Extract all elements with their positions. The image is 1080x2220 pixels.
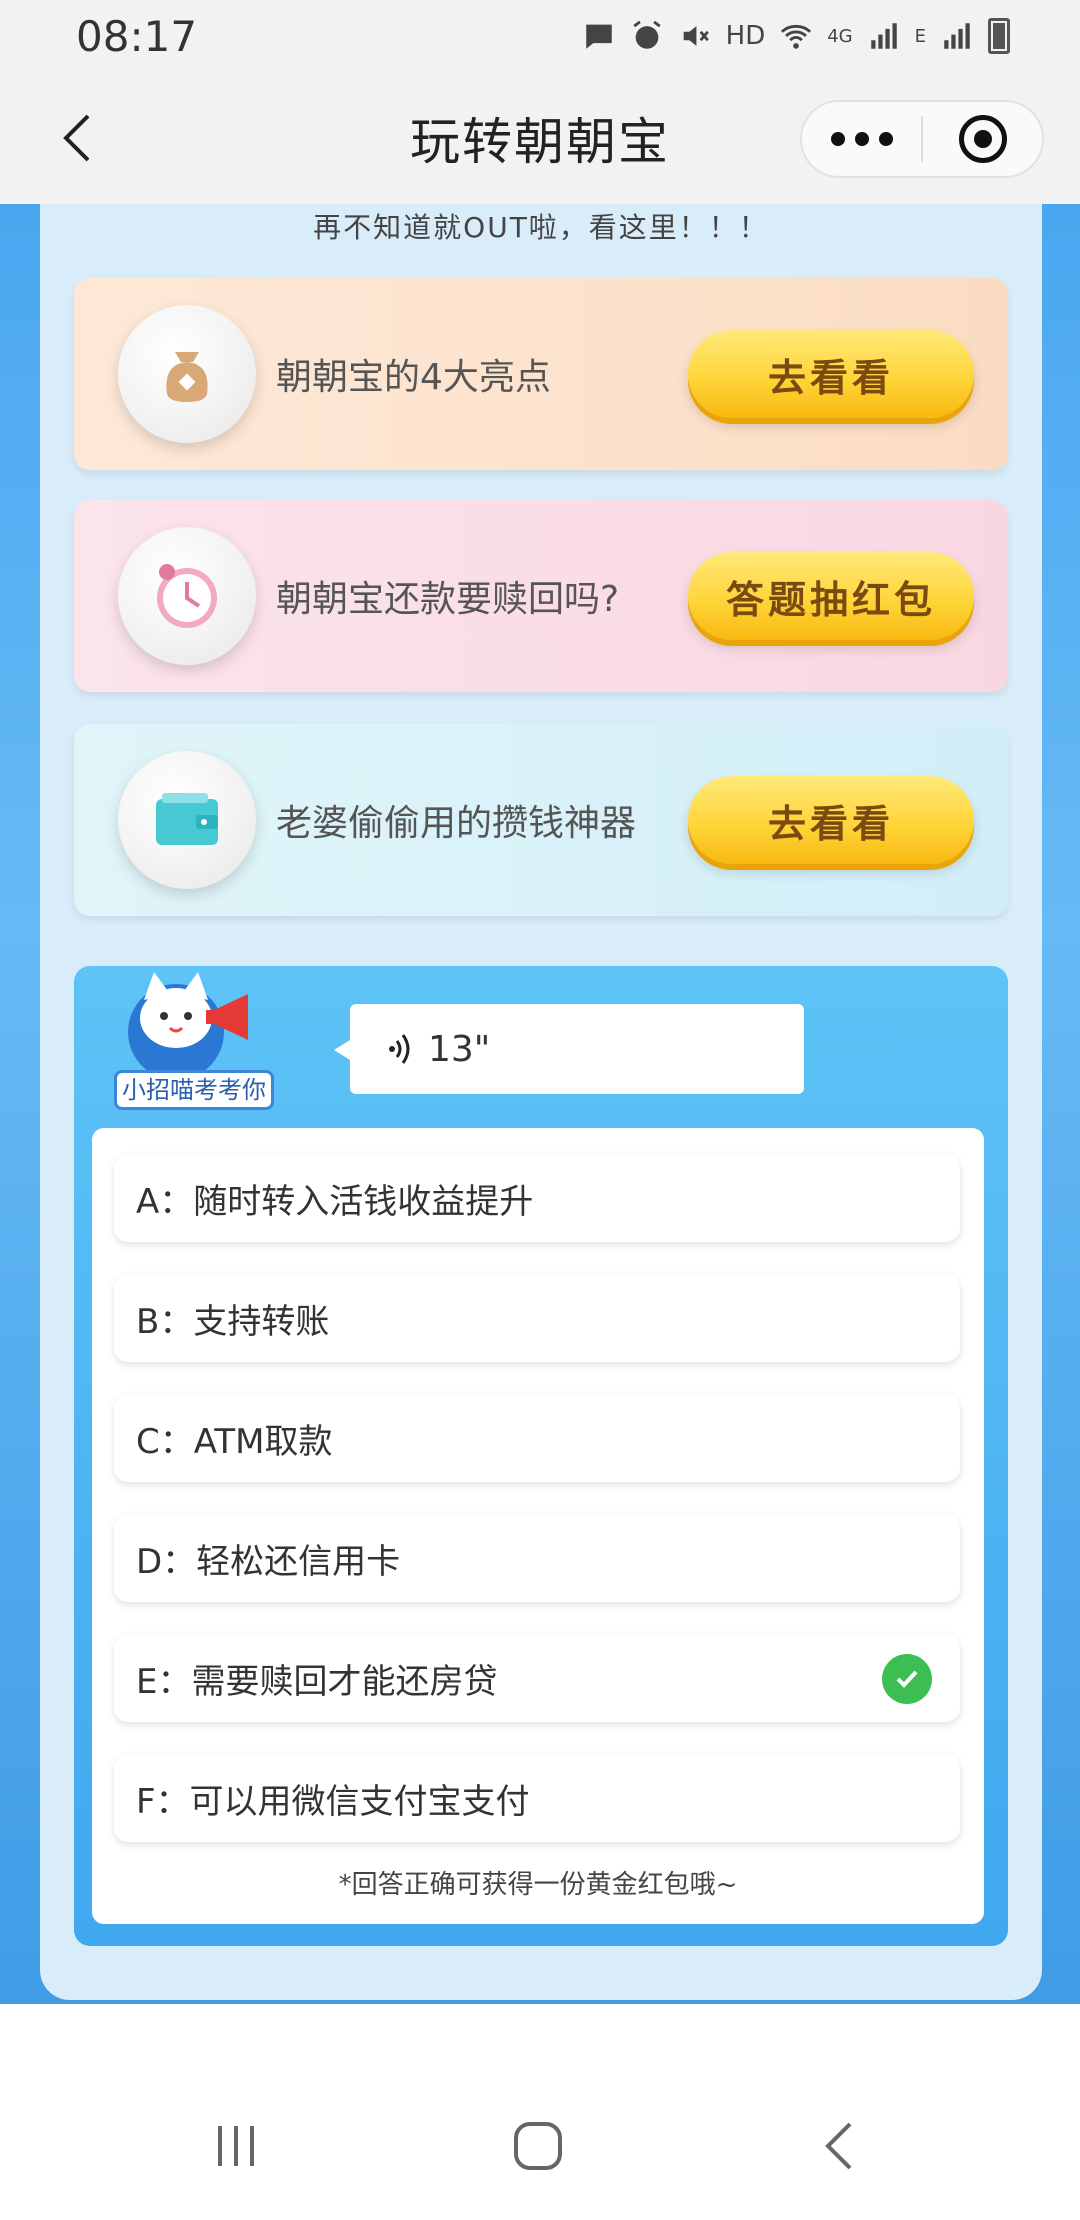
wallet-icon — [118, 751, 256, 889]
signal-label-e: E — [914, 25, 926, 47]
intro-text: 再不知道就OUT啦，看这里！！！ — [313, 211, 769, 244]
cat-mascot-icon — [128, 972, 248, 1080]
wifi-icon — [781, 24, 812, 49]
back-nav-icon[interactable] — [810, 2116, 870, 2176]
dot-icon — [854, 132, 869, 146]
card-quiz[interactable]: 朝朝宝还款要赎回吗? 答题抽红包 — [74, 500, 1008, 692]
signal-icon-2 — [944, 23, 970, 49]
option-f[interactable]: F：可以用微信支付宝支付 — [114, 1754, 960, 1842]
view-button[interactable]: 去看看 — [688, 330, 974, 418]
voice-icon — [389, 1034, 410, 1064]
option-text: D：轻松还信用卡 — [136, 1541, 401, 1582]
nav-bar: 玩转朝朝宝 — [0, 72, 1080, 204]
money-bag-icon — [118, 305, 256, 443]
option-text: F：可以用微信支付宝支付 — [136, 1781, 530, 1822]
quiz-section: 小招喵考考你 13" A：随时转入活钱收益提升 B：支持转账 C：ATM取款 D… — [74, 966, 1008, 1946]
page-title: 玩转朝朝宝 — [410, 113, 670, 171]
recent-apps-icon[interactable] — [206, 2116, 266, 2176]
page-background: 再不知道就OUT啦，看这里！！！ 朝朝宝的4大亮点 去看看 朝朝宝还款要赎回吗?… — [0, 204, 1080, 2004]
card-highlights[interactable]: 朝朝宝的4大亮点 去看看 — [74, 278, 1008, 470]
option-b[interactable]: B：支持转账 — [114, 1274, 960, 1362]
system-nav-bar — [0, 2004, 1080, 2220]
option-d[interactable]: D：轻松还信用卡 — [114, 1514, 960, 1602]
more-button[interactable] — [802, 132, 921, 146]
clock-icon — [118, 527, 256, 665]
status-time: 08:17 — [76, 11, 198, 61]
option-text: A：随时转入活钱收益提升 — [136, 1181, 534, 1222]
option-text: B：支持转账 — [136, 1301, 330, 1342]
quiz-footnote: *回答正确可获得一份黄金红包哦~ — [338, 1870, 738, 1900]
dot-icon — [830, 132, 845, 146]
card-label: 朝朝宝还款要赎回吗? — [276, 579, 620, 620]
mascot-tag: 小招喵考考你 — [114, 1070, 274, 1110]
home-icon[interactable] — [508, 2116, 568, 2176]
status-icons: HD 4G E — [582, 18, 1010, 54]
card-label: 老婆偷偷用的攒钱神器 — [276, 803, 637, 844]
status-bar: 08:17 HD 4G E — [0, 0, 1080, 72]
signal-icon — [870, 23, 897, 49]
mute-icon — [683, 26, 709, 46]
card-saving[interactable]: 老婆偷偷用的攒钱神器 去看看 — [74, 724, 1008, 916]
target-icon — [958, 115, 1007, 163]
option-a[interactable]: A：随时转入活钱收益提升 — [114, 1154, 960, 1242]
mini-program-capsule — [800, 100, 1044, 178]
back-arrow-icon[interactable] — [50, 108, 110, 168]
check-icon — [882, 1654, 932, 1704]
options-list: A：随时转入活钱收益提升 B：支持转账 C：ATM取款 D：轻松还信用卡 E：需… — [92, 1128, 984, 1924]
option-c[interactable]: C：ATM取款 — [114, 1394, 960, 1482]
signal-label-4g: 4G — [827, 25, 853, 47]
dot-icon — [878, 132, 893, 146]
battery-icon — [988, 18, 1010, 54]
option-text: E：需要赎回才能还房贷 — [136, 1661, 498, 1702]
view-button[interactable]: 去看看 — [688, 776, 974, 864]
close-button[interactable] — [923, 115, 1042, 163]
content-panel: 再不知道就OUT啦，看这里！！！ 朝朝宝的4大亮点 去看看 朝朝宝还款要赎回吗?… — [40, 204, 1042, 2000]
message-icon — [585, 24, 612, 49]
hd-label: HD — [725, 21, 766, 51]
option-e[interactable]: E：需要赎回才能还房贷 — [114, 1634, 960, 1722]
alarm-icon — [633, 20, 661, 49]
audio-duration: 13" — [428, 1028, 491, 1070]
quiz-redpacket-button[interactable]: 答题抽红包 — [688, 552, 974, 640]
audio-message[interactable]: 13" — [334, 1004, 804, 1094]
option-text: C：ATM取款 — [136, 1421, 333, 1462]
card-label: 朝朝宝的4大亮点 — [276, 357, 551, 398]
